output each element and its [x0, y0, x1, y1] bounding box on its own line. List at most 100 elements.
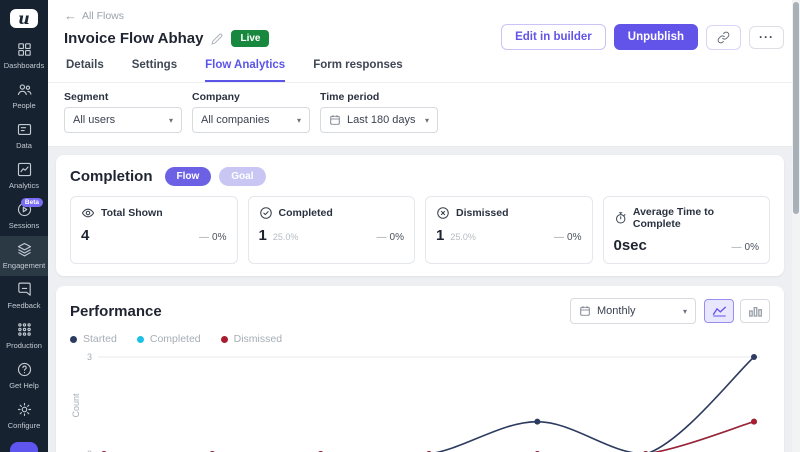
production-grid-icon	[16, 321, 33, 338]
tab-bar: Details Settings Flow Analytics Form res…	[64, 59, 784, 82]
tab-form-responses[interactable]: Form responses	[313, 59, 402, 82]
started-dot	[70, 336, 77, 343]
company-label: Company	[192, 91, 310, 103]
help-icon	[16, 361, 33, 378]
granularity-select[interactable]: Monthly ▾	[570, 298, 696, 324]
link-icon	[717, 31, 730, 44]
time-period-value: Last 180 days	[347, 114, 416, 126]
stat-delta: —0%	[732, 242, 759, 253]
sidebar-item-dashboards[interactable]: Dashboards	[0, 36, 48, 76]
edit-in-builder-button[interactable]: Edit in builder	[501, 24, 606, 50]
chevron-down-icon: ▾	[297, 116, 301, 125]
svg-text:3: 3	[87, 352, 92, 362]
stat-value: 1	[436, 227, 444, 244]
chart-area: 03CountSep 2024Oct 2024Nov 2024Dec 2024J…	[70, 349, 770, 452]
company-select[interactable]: All companies ▾	[192, 107, 310, 133]
segment-select[interactable]: All users ▾	[64, 107, 182, 133]
svg-text:Count: Count	[71, 393, 81, 418]
legend-started[interactable]: Started	[70, 333, 117, 345]
sidebar: u Dashboards People Data Analytics Beta …	[0, 0, 48, 452]
company-value: All companies	[201, 114, 269, 126]
stat-sub: 25.0%	[273, 232, 299, 242]
line-chart-icon	[712, 305, 727, 317]
sidebar-item-engagement[interactable]: Engagement	[0, 236, 48, 276]
stat-value: 4	[81, 227, 89, 244]
content-area: Completion Flow Goal Total Shown 4 —0%	[48, 147, 800, 452]
time-period-select[interactable]: Last 180 days ▾	[320, 107, 438, 133]
userpilot-logo[interactable]: u	[10, 9, 38, 28]
sidebar-item-label: Dashboards	[4, 61, 44, 70]
dashboards-icon	[16, 41, 33, 58]
tab-settings[interactable]: Settings	[132, 59, 177, 82]
x-circle-icon	[436, 206, 450, 220]
completion-title: Completion	[70, 168, 153, 185]
chevron-down-icon: ▾	[169, 116, 173, 125]
sidebar-item-get-help[interactable]: Get Help	[0, 356, 48, 396]
series-legend: Started Completed Dismissed	[70, 333, 770, 345]
performance-chart: 03CountSep 2024Oct 2024Nov 2024Dec 2024J…	[70, 349, 770, 452]
sidebar-item-label: Sessions	[9, 221, 39, 230]
legend-completed[interactable]: Completed	[137, 333, 201, 345]
edit-title-icon[interactable]	[211, 33, 223, 45]
tab-details[interactable]: Details	[66, 59, 104, 82]
sidebar-item-label: Configure	[8, 421, 41, 430]
sidebar-item-label: Engagement	[3, 261, 46, 270]
time-period-label: Time period	[320, 91, 438, 103]
stat-avg-time: Average Time to Complete 0sec —0%	[603, 196, 771, 264]
company-filter: Company All companies ▾	[192, 91, 310, 133]
stat-sub: 25.0%	[450, 232, 476, 242]
sidebar-item-data[interactable]: Data	[0, 116, 48, 156]
stat-label: Dismissed	[456, 207, 509, 219]
stat-delta: —0%	[199, 232, 226, 243]
gear-icon	[16, 401, 33, 418]
legend-label: Dismissed	[234, 333, 282, 345]
page-title: Invoice Flow Abhay	[64, 30, 203, 47]
sidebar-item-analytics[interactable]: Analytics	[0, 156, 48, 196]
breadcrumb-label: All Flows	[82, 10, 124, 22]
sidebar-item-production[interactable]: Production	[0, 316, 48, 356]
check-circle-icon	[259, 206, 273, 220]
sidebar-item-label: Feedback	[8, 301, 41, 310]
sidebar-item-feedback[interactable]: Feedback	[0, 276, 48, 316]
granularity-value: Monthly	[597, 305, 636, 317]
engagement-layers-icon	[16, 241, 33, 258]
flow-pill[interactable]: Flow	[165, 167, 212, 186]
sidebar-item-configure[interactable]: Configure	[0, 396, 48, 436]
chevron-down-icon: ▾	[425, 116, 429, 125]
sidebar-item-sessions[interactable]: Beta Sessions	[0, 196, 48, 236]
data-icon	[16, 121, 33, 138]
segment-value: All users	[73, 114, 115, 126]
sidebar-item-label: Production	[6, 341, 42, 350]
chevron-down-icon: ▾	[683, 307, 687, 316]
live-status-badge: Live	[231, 30, 269, 47]
stat-label: Average Time to Complete	[633, 206, 759, 230]
goal-pill[interactable]: Goal	[219, 167, 265, 186]
line-chart-toggle[interactable]	[704, 299, 734, 323]
performance-card: Performance Monthly ▾	[56, 286, 784, 452]
sidebar-item-label: Data	[16, 141, 32, 150]
completion-card: Completion Flow Goal Total Shown 4 —0%	[56, 155, 784, 276]
unpublish-button[interactable]: Unpublish	[614, 24, 698, 50]
legend-label: Started	[83, 333, 117, 345]
main-content: ← All Flows Invoice Flow Abhay Live Edit…	[48, 0, 800, 452]
tab-flow-analytics[interactable]: Flow Analytics	[205, 59, 285, 82]
scrollbar-thumb[interactable]	[793, 2, 799, 214]
eye-icon	[81, 206, 95, 220]
breadcrumb[interactable]: ← All Flows	[64, 8, 124, 23]
sidebar-item-label: Analytics	[9, 181, 39, 190]
stat-total-shown: Total Shown 4 —0%	[70, 196, 238, 264]
calendar-icon	[329, 114, 341, 126]
bar-chart-icon	[748, 305, 763, 317]
sidebar-item-people[interactable]: People	[0, 76, 48, 116]
stat-value: 0sec	[614, 237, 647, 254]
stat-dismissed: Dismissed 1 25.0% —0%	[425, 196, 593, 264]
bar-chart-toggle[interactable]	[740, 299, 770, 323]
more-options-button[interactable]: ···	[749, 26, 784, 49]
segment-label: Segment	[64, 91, 182, 103]
copy-link-button[interactable]	[706, 25, 741, 50]
legend-dismissed[interactable]: Dismissed	[221, 333, 282, 345]
stat-delta: —0%	[554, 232, 581, 243]
user-avatar[interactable]: US	[10, 442, 38, 452]
page-header: ← All Flows Invoice Flow Abhay Live Edit…	[48, 0, 800, 83]
people-icon	[16, 81, 33, 98]
